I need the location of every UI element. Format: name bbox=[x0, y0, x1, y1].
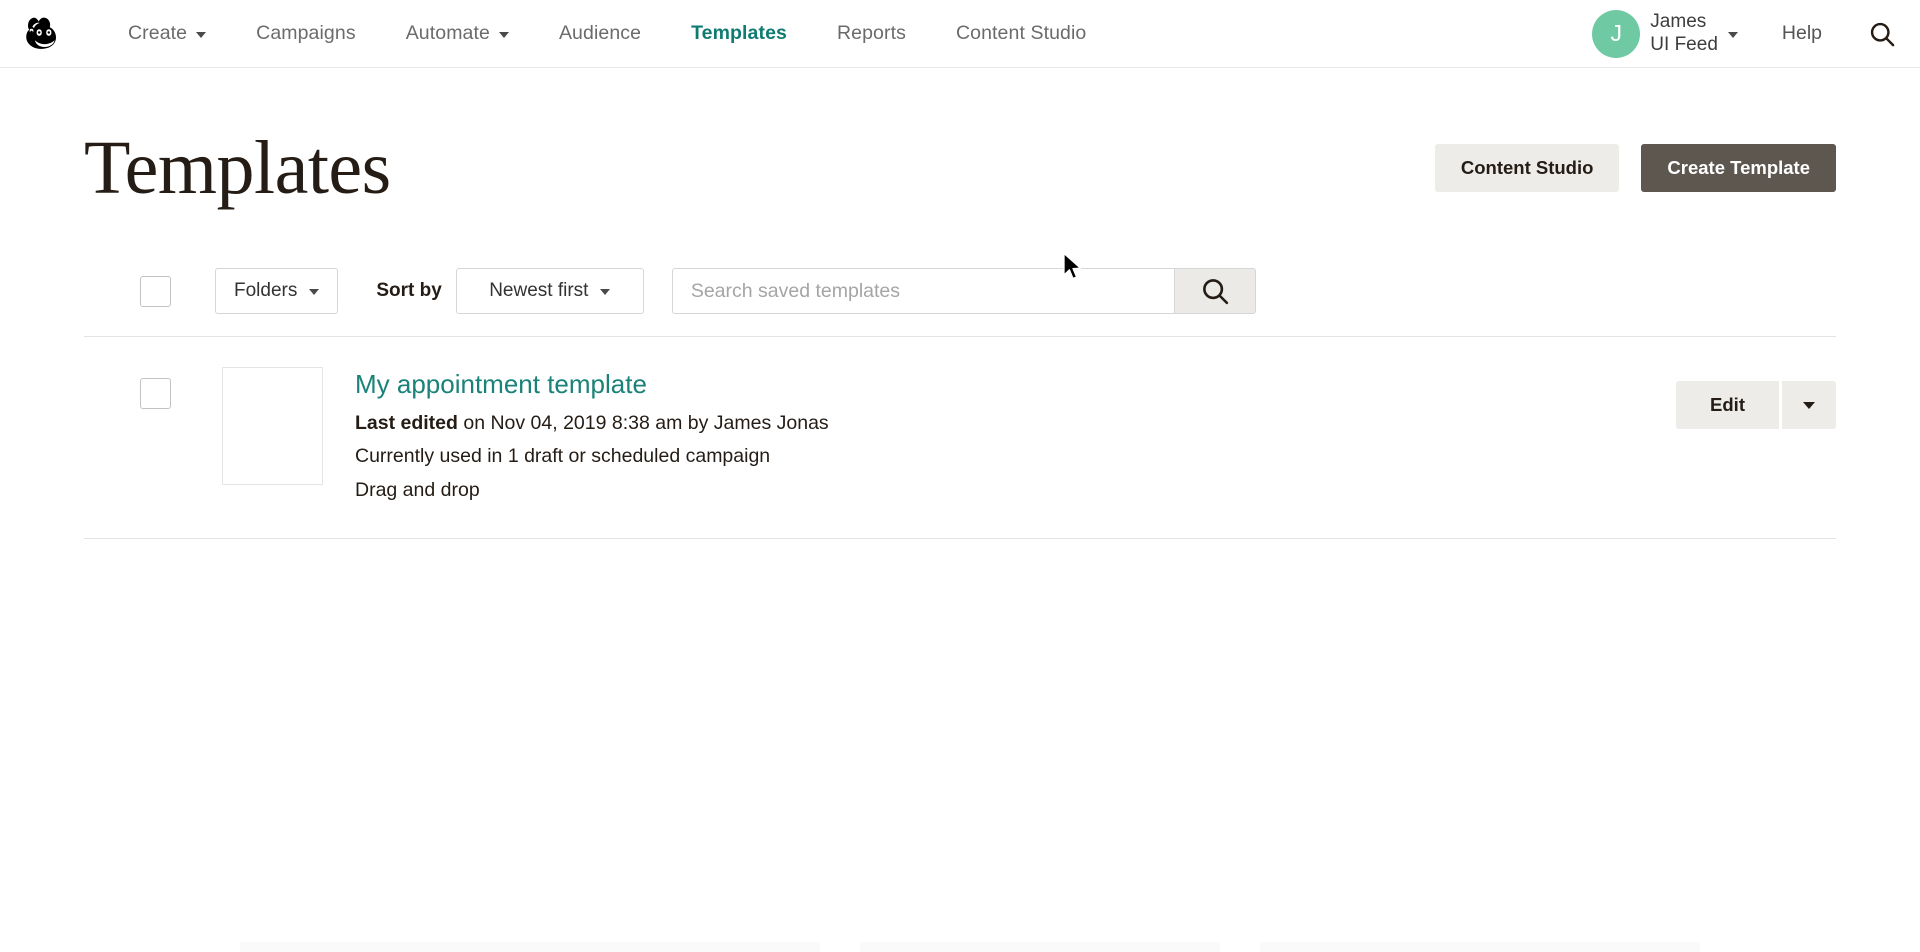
global-search-icon[interactable] bbox=[1868, 20, 1896, 48]
sort-value: Newest first bbox=[489, 280, 589, 301]
page-header: Templates Content Studio Create Template bbox=[84, 68, 1836, 206]
chevron-down-icon bbox=[1803, 401, 1815, 409]
chevron-down-icon bbox=[1727, 31, 1738, 38]
row-actions: Edit bbox=[1676, 367, 1836, 429]
nav-item-campaigns[interactable]: Campaigns bbox=[231, 0, 381, 67]
nav-item-templates[interactable]: Templates bbox=[666, 0, 812, 67]
help-link[interactable]: Help bbox=[1782, 22, 1822, 45]
nav-item-label: Reports bbox=[836, 22, 906, 44]
nav-item-label: Content Studio bbox=[955, 22, 1087, 44]
templates-toolbar: Folders Sort by Newest first bbox=[84, 268, 1836, 337]
avatar-initial: J bbox=[1610, 20, 1623, 46]
header-right-controls: J James UI Feed Help bbox=[1576, 0, 1920, 67]
nav-item-audience[interactable]: Audience bbox=[534, 0, 666, 67]
last-edited-detail: on Nov 04, 2019 8:38 am by James Jonas bbox=[463, 412, 829, 435]
row-more-dropdown-button[interactable] bbox=[1782, 381, 1836, 429]
mailchimp-freddie-logo[interactable] bbox=[19, 9, 69, 59]
nav-item-content-studio[interactable]: Content Studio bbox=[931, 0, 1111, 67]
chevron-down-icon bbox=[309, 289, 320, 295]
content-studio-button[interactable]: Content Studio bbox=[1434, 144, 1620, 192]
account-menu[interactable]: J James UI Feed bbox=[1592, 9, 1738, 58]
chevron-down-icon bbox=[600, 289, 611, 295]
top-navigation-bar: Create Campaigns Automate Audience Templ… bbox=[0, 0, 1920, 68]
avatar: J bbox=[1592, 9, 1641, 58]
nav-item-create[interactable]: Create bbox=[103, 0, 231, 67]
template-type: Drag and drop bbox=[355, 478, 480, 501]
nav-item-label: Templates bbox=[691, 22, 787, 44]
page-bottom-artifacts bbox=[0, 940, 1920, 952]
template-last-edited: Last edited on Nov 04, 2019 8:38 am by J… bbox=[355, 409, 829, 437]
chevron-down-icon bbox=[498, 31, 509, 38]
nav-item-automate[interactable]: Automate bbox=[381, 0, 534, 67]
create-template-button[interactable]: Create Template bbox=[1641, 144, 1836, 192]
template-thumbnail[interactable] bbox=[222, 367, 323, 485]
sort-dropdown[interactable]: Newest first bbox=[455, 268, 644, 314]
folders-label: Folders bbox=[234, 280, 298, 301]
table-row: My appointment template Last edited on N… bbox=[84, 337, 1836, 539]
page-content: Templates Content Studio Create Template… bbox=[0, 68, 1920, 539]
row-checkbox[interactable] bbox=[140, 378, 171, 409]
nav-item-label: Automate bbox=[405, 22, 490, 44]
search-group bbox=[671, 268, 1256, 314]
edit-button[interactable]: Edit bbox=[1676, 381, 1779, 429]
last-edited-label: Last edited bbox=[355, 412, 458, 435]
folders-dropdown[interactable]: Folders bbox=[215, 268, 339, 314]
nav-item-label: Audience bbox=[558, 22, 642, 44]
template-info: My appointment template Last edited on N… bbox=[355, 367, 829, 504]
nav-item-label: Campaigns bbox=[256, 22, 356, 44]
select-all-checkbox[interactable] bbox=[140, 275, 171, 307]
nav-item-label: Create bbox=[128, 22, 188, 44]
main-navigation: Create Campaigns Automate Audience Templ… bbox=[103, 0, 1111, 67]
chevron-down-icon bbox=[196, 31, 207, 38]
template-name-link[interactable]: My appointment template bbox=[355, 369, 647, 400]
page-header-actions: Content Studio Create Template bbox=[1434, 144, 1836, 206]
template-usage: Currently used in 1 draft or scheduled c… bbox=[355, 445, 771, 468]
account-name: James UI Feed bbox=[1650, 11, 1718, 55]
search-submit-button[interactable] bbox=[1173, 268, 1256, 314]
search-input[interactable] bbox=[671, 268, 1174, 314]
nav-item-reports[interactable]: Reports bbox=[812, 0, 931, 67]
page-title: Templates bbox=[84, 126, 391, 210]
sort-by-label: Sort by bbox=[376, 280, 442, 301]
